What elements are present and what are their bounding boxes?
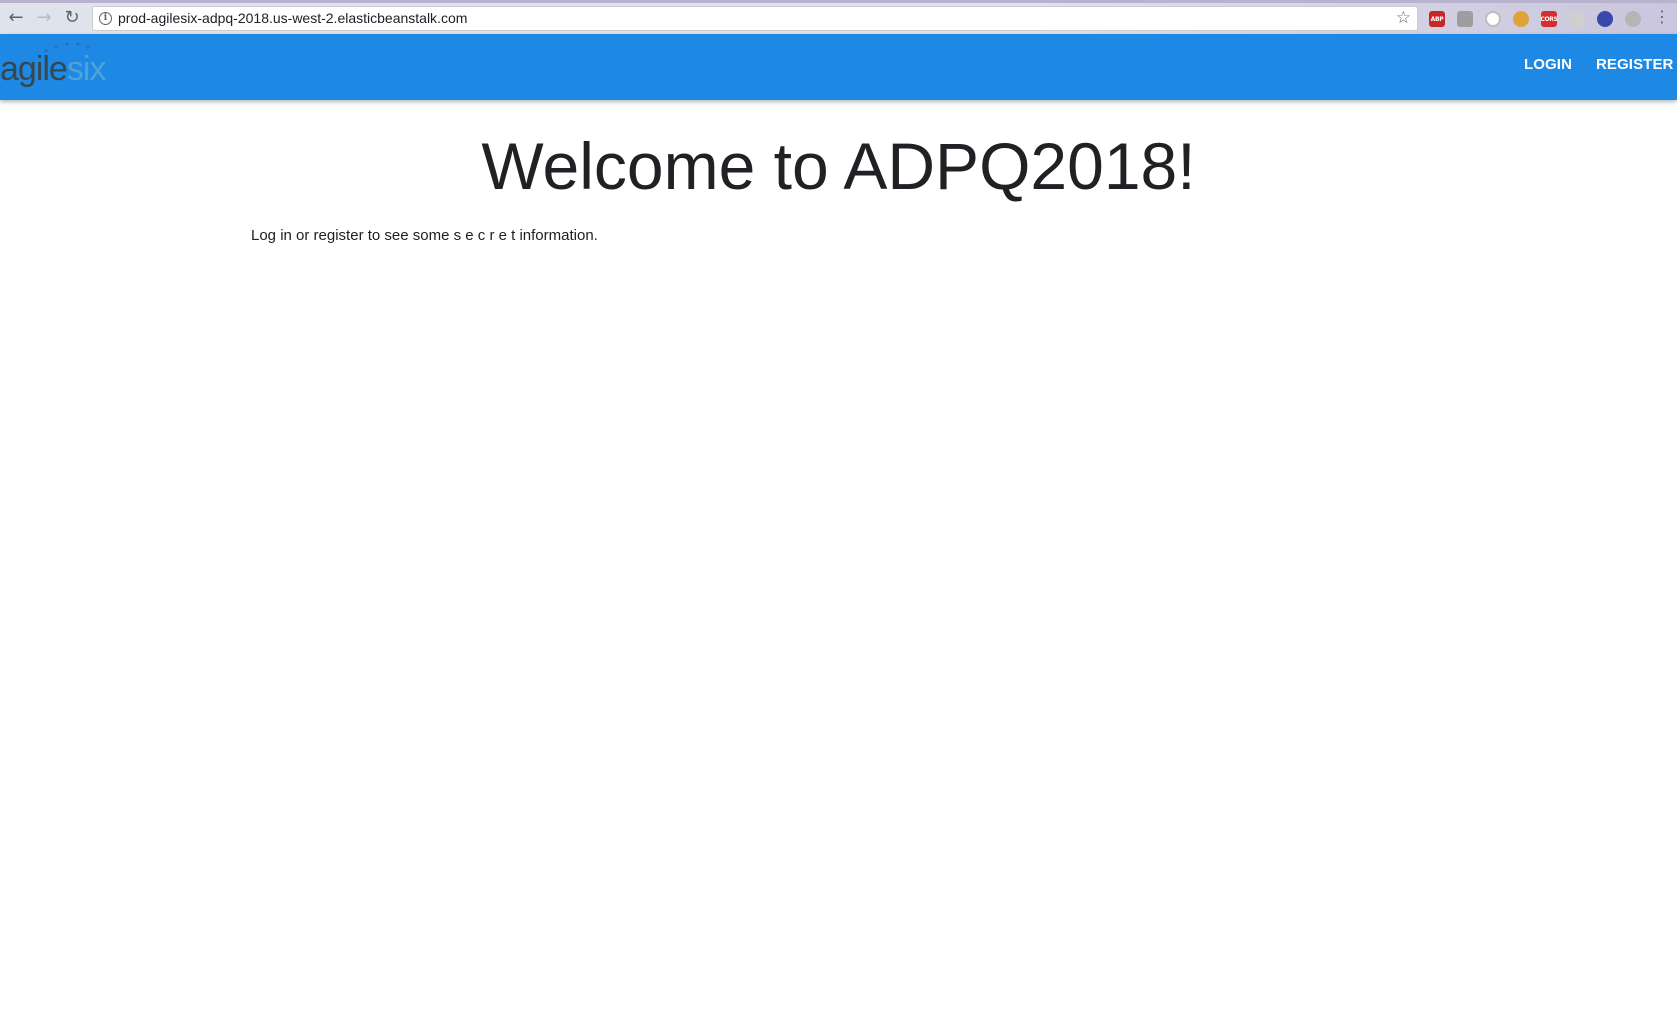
arrow-right-icon[interactable]: → (32, 6, 56, 30)
extension-blue-icon[interactable] (1597, 11, 1613, 27)
arrow-left-icon[interactable]: ← (4, 6, 28, 30)
address-bar[interactable]: i prod-agilesix-adpq-2018.us-west-2.elas… (92, 6, 1418, 31)
intro-text: Log in or register to see some s e c r e… (251, 227, 598, 244)
register-link[interactable]: REGISTER (1596, 56, 1673, 73)
cookie-icon[interactable] (1513, 11, 1529, 27)
url-text[interactable]: prod-agilesix-adpq-2018.us-west-2.elasti… (118, 10, 467, 26)
cors-icon[interactable]: CORS (1540, 11, 1558, 27)
extension-shield-icon[interactable] (1625, 11, 1641, 27)
info-icon[interactable]: i (99, 12, 112, 25)
adblock-plus-label: ABP (1430, 15, 1444, 23)
extension-circle-icon[interactable] (1485, 11, 1501, 27)
vertical-dots-icon[interactable]: ⋮ (1654, 9, 1670, 25)
logo-text: agilesix (0, 50, 107, 89)
cors-label: CORS (1540, 15, 1558, 23)
logo-six: six (66, 50, 107, 88)
agilesix-logo[interactable]: agilesix (0, 40, 122, 90)
logo-agile: agile (0, 50, 68, 88)
reload-icon[interactable]: ↻ (60, 6, 84, 30)
page-title: Welcome to ADPQ2018! (481, 129, 1196, 203)
gear-icon[interactable] (1569, 11, 1585, 27)
adblock-plus-icon[interactable]: ABP (1429, 11, 1445, 27)
app-header: agilesix LOGIN REGISTER (0, 34, 1677, 100)
extension-gray-icon[interactable] (1457, 11, 1473, 27)
star-icon[interactable]: ☆ (1396, 8, 1411, 28)
login-link[interactable]: LOGIN (1524, 56, 1572, 73)
browser-toolbar: ← → ↻ i prod-agilesix-adpq-2018.us-west-… (0, 0, 1677, 34)
